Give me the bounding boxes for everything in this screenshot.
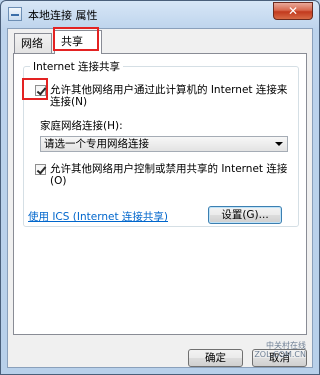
title-bar[interactable]: 本地连接 属性 ✕ — [1, 1, 319, 27]
window-title: 本地连接 属性 — [28, 9, 98, 22]
close-button[interactable]: ✕ — [273, 2, 313, 20]
allow-control-checkbox[interactable] — [35, 164, 46, 175]
group-legend: Internet 连接共享 — [30, 59, 124, 74]
dialog-client-area: 网络 共享 Internet 连接共享 允许其他网络用户通过此计算机的 Inte… — [7, 28, 313, 368]
home-network-label: 家庭网络连接(H): — [40, 120, 123, 132]
home-network-selected-value: 请选一个专用网络连接 — [44, 138, 149, 150]
properties-window: 本地连接 属性 ✕ 网络 共享 Internet 连接共享 允许其他网络用户通过… — [0, 0, 320, 375]
sharing-tab-highlight — [53, 27, 99, 51]
checkbox-highlight — [22, 78, 48, 100]
sharing-panel: Internet 连接共享 允许其他网络用户通过此计算机的 Internet 连… — [13, 53, 307, 335]
dropdown-arrow-icon — [275, 142, 283, 146]
watermark-logo: 中关村在线 ZOL.COM.CN — [232, 341, 306, 367]
allow-connect-label: 允许其他网络用户通过此计算机的 Internet 连接来连接(N) — [50, 84, 288, 108]
watermark-line2: ZOL.COM.CN — [254, 350, 306, 359]
tab-network[interactable]: 网络 — [14, 33, 52, 53]
watermark-line1: 中关村在线 — [266, 341, 306, 350]
network-icon — [8, 7, 22, 21]
ics-group: Internet 连接共享 允许其他网络用户通过此计算机的 Internet 连… — [23, 59, 299, 227]
allow-control-label: 允许其他网络用户控制或禁用共享的 Internet 连接(O) — [50, 163, 288, 187]
settings-button[interactable]: 设置(G)... — [208, 206, 282, 224]
ics-help-link[interactable]: 使用 ICS (Internet 连接共享) — [28, 209, 168, 224]
home-network-select[interactable]: 请选一个专用网络连接 — [40, 136, 288, 152]
